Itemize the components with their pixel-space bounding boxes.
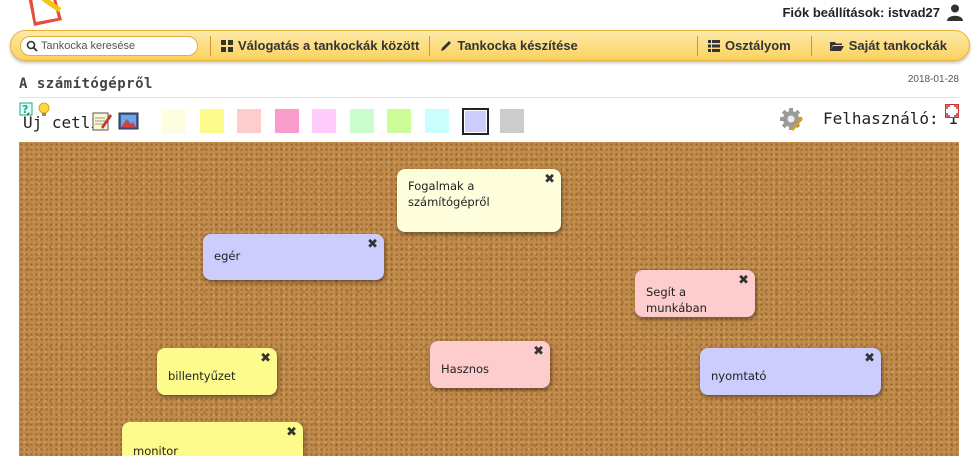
logo[interactable]	[18, 0, 338, 30]
close-icon[interactable]: ✖	[738, 273, 749, 289]
gear-icon[interactable]	[779, 107, 803, 131]
new-text-note-icon[interactable]	[91, 110, 113, 132]
note-text: billentyűzet	[168, 369, 236, 383]
board-toolbar: ? Új cetli: Felhasználó: 1	[19, 102, 959, 140]
user-icon	[947, 4, 963, 21]
cork-board[interactable]: Fogalmak a számítógépről ✖ egér ✖ Segít …	[19, 142, 959, 456]
logo-mark-icon	[28, 0, 62, 26]
search-input[interactable]	[41, 39, 191, 52]
fullscreen-icon[interactable]	[945, 104, 959, 118]
sticky-note-3[interactable]: Segít a munkában ✖	[635, 270, 755, 317]
sticky-note-4[interactable]: billentyűzet ✖	[157, 348, 277, 395]
nav-create-tankocka[interactable]: Tankocka készítése	[430, 31, 587, 60]
note-text: egér	[214, 249, 241, 263]
note-text: Hasznos	[441, 362, 490, 376]
close-icon[interactable]: ✖	[367, 237, 378, 253]
close-icon[interactable]: ✖	[544, 172, 555, 188]
nav-own-tankockak[interactable]: Saját tankockák	[812, 31, 969, 60]
sticky-note-5[interactable]: Hasznos ✖	[430, 341, 550, 388]
grid-icon	[221, 39, 233, 52]
note-text: nyomtató	[711, 369, 767, 383]
new-image-note-icon[interactable]	[118, 110, 140, 132]
nav-browse-label: Válogatás a tankockák között	[238, 38, 420, 53]
nav-browse-tankockak[interactable]: Válogatás a tankockák között	[211, 31, 429, 60]
close-icon[interactable]: ✖	[864, 351, 875, 367]
note-text: Segít a munkában	[646, 285, 707, 315]
sticky-note-1[interactable]: Fogalmak a számítógépről ✖	[397, 169, 561, 232]
note-text: monitor	[133, 444, 178, 456]
close-icon[interactable]: ✖	[260, 351, 271, 367]
pencil-icon	[441, 40, 452, 51]
color-swatch-8[interactable]	[425, 109, 449, 133]
nav-my-class[interactable]: Osztályom	[698, 31, 811, 60]
color-swatch-4[interactable]	[275, 109, 299, 133]
color-swatch-2[interactable]	[200, 109, 224, 133]
title-row: A számítógépről 2018-01-28	[19, 74, 959, 98]
color-swatch-7[interactable]	[387, 109, 411, 133]
color-swatch-6[interactable]	[350, 109, 374, 133]
user-count-label: Felhasználó: 1	[823, 109, 958, 128]
nav-own-label: Saját tankockák	[848, 38, 947, 53]
account-settings[interactable]: Fiók beállítások: istvad27	[782, 3, 964, 21]
sticky-note-2[interactable]: egér ✖	[203, 234, 384, 280]
close-icon[interactable]: ✖	[533, 344, 544, 360]
search-icon	[26, 40, 38, 52]
nav-create-label: Tankocka készítése	[457, 38, 578, 53]
color-swatch-1[interactable]	[162, 109, 186, 133]
color-swatch-3[interactable]	[237, 109, 261, 133]
color-swatch-5[interactable]	[312, 109, 336, 133]
color-swatch-9[interactable]	[462, 108, 489, 135]
nav-my-class-label: Osztályom	[724, 38, 791, 53]
page-title: A számítógépről	[19, 76, 153, 92]
close-icon[interactable]: ✖	[286, 425, 297, 441]
page-date: 2018-01-28	[907, 74, 959, 85]
list-icon	[707, 39, 720, 52]
color-swatch-10[interactable]	[500, 109, 524, 133]
folder-icon	[829, 41, 844, 51]
account-settings-label: Fiók beállítások: istvad27	[782, 4, 940, 20]
sticky-note-6[interactable]: nyomtató ✖	[700, 348, 881, 395]
main-navbar: Válogatás a tankockák között Tankocka ké…	[10, 30, 970, 61]
sticky-note-7[interactable]: monitor ✖	[122, 422, 303, 456]
search-box	[20, 35, 198, 56]
note-text: Fogalmak a számítógépről	[408, 179, 490, 209]
